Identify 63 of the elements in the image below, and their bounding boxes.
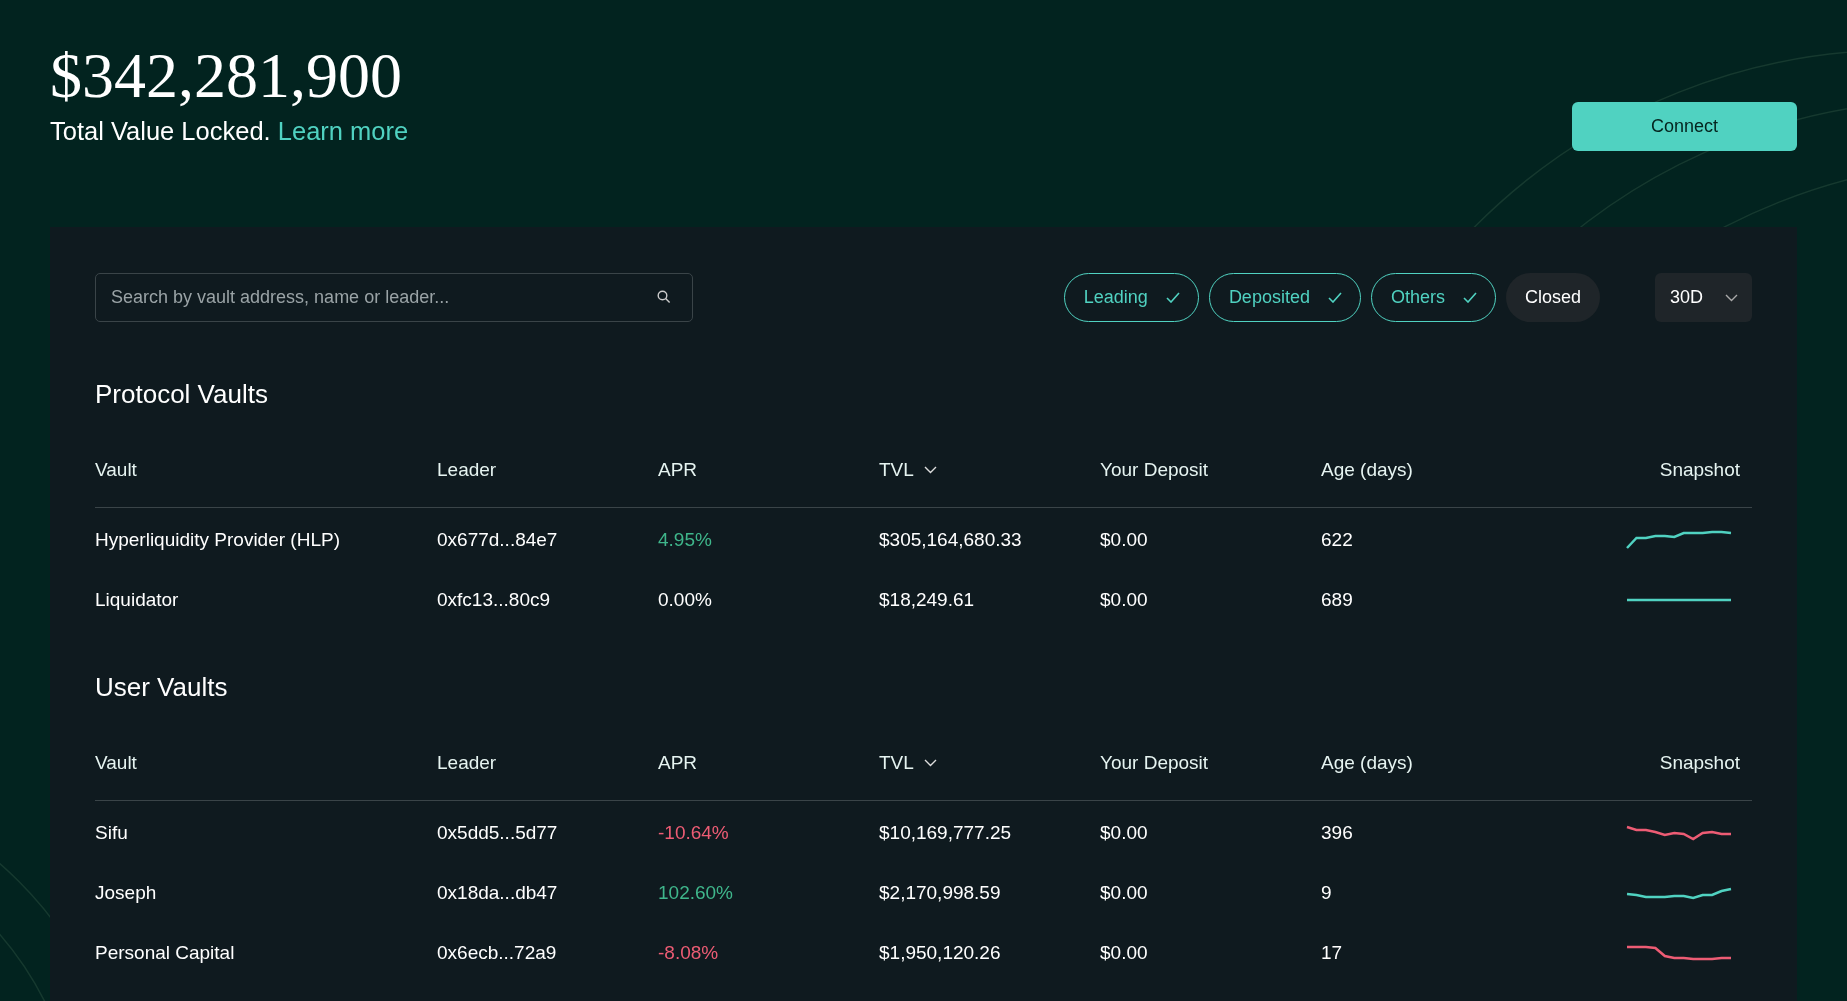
column-header: Your Deposit	[1100, 752, 1209, 774]
apr-value: -10.64%	[658, 822, 729, 844]
vault-name: Hyperliquidity Provider (HLP)	[95, 529, 340, 551]
chevron-down-icon	[923, 466, 937, 474]
apr-value: 4.95%	[658, 529, 712, 551]
column-header[interactable]: TVL	[879, 752, 937, 774]
column-header: Age (days)	[1321, 752, 1413, 774]
period-dropdown[interactable]: 30D	[1655, 273, 1752, 322]
column-header: Age (days)	[1321, 459, 1413, 481]
leader-address: 0x677d...84e7	[437, 529, 558, 551]
tvl-value: $1,950,120.26	[879, 942, 1001, 964]
apr-value: 102.60%	[658, 882, 733, 904]
deposit-value: $0.00	[1100, 822, 1148, 844]
section-title: User Vaults	[95, 671, 228, 704]
chevron-down-icon	[1725, 293, 1738, 302]
section-title: Protocol Vaults	[95, 378, 268, 411]
search-field[interactable]: Search by vault address, name or leader...	[95, 273, 693, 322]
age-value: 396	[1321, 822, 1353, 844]
total-value-amount: $342,281,900	[50, 40, 403, 112]
filter-chip[interactable]: Deposited	[1208, 273, 1361, 322]
column-header: Leader	[437, 459, 497, 481]
leader-address: 0xfc13...80c9	[437, 589, 551, 611]
column-header: Vault	[95, 752, 137, 774]
age-value: 689	[1321, 589, 1353, 611]
age-value: 622	[1321, 529, 1353, 551]
deposit-value: $0.00	[1100, 942, 1148, 964]
apr-value: -8.08%	[658, 942, 719, 964]
column-header: Your Deposit	[1100, 459, 1209, 481]
vault-name: Joseph	[95, 882, 157, 904]
search-icon	[657, 290, 671, 304]
check-icon	[1462, 292, 1477, 303]
deposit-value: $0.00	[1100, 529, 1148, 551]
total-value-label: Total Value Locked.	[50, 117, 271, 145]
column-header: Vault	[95, 459, 137, 481]
tvl-value: $2,170,998.59	[879, 882, 1001, 904]
connect-button[interactable]: Connect	[1572, 102, 1797, 151]
filter-chip[interactable]: Closed	[1505, 273, 1600, 322]
column-header[interactable]: TVL	[879, 459, 937, 481]
learn-more-link[interactable]: Learn more	[277, 117, 409, 145]
column-header: APR	[658, 752, 698, 774]
leader-address: 0x18da...db47	[437, 882, 558, 904]
vault-name: Personal Capital	[95, 942, 235, 964]
vault-name: Sifu	[95, 822, 128, 844]
apr-value: 0.00%	[658, 589, 712, 611]
column-header: APR	[658, 459, 698, 481]
leader-address: 0x6ecb...72a9	[437, 942, 557, 964]
filter-chip[interactable]: Leading	[1063, 273, 1199, 322]
tvl-value: $18,249.61	[879, 589, 975, 611]
age-value: 17	[1321, 942, 1343, 964]
column-header: Leader	[437, 752, 497, 774]
deposit-value: $0.00	[1100, 882, 1148, 904]
age-value: 9	[1321, 882, 1332, 904]
deposit-value: $0.00	[1100, 589, 1148, 611]
vault-name: Liquidator	[95, 589, 179, 611]
filter-chip[interactable]: Others	[1370, 273, 1496, 322]
tvl-value: $305,164,680.33	[879, 529, 1022, 551]
tvl-value: $10,169,777.25	[879, 822, 1012, 844]
column-header: Snapshot	[1659, 752, 1740, 774]
check-icon	[1165, 292, 1180, 303]
check-icon	[1327, 292, 1342, 303]
column-header: Snapshot	[1659, 459, 1740, 481]
chevron-down-icon	[923, 759, 937, 767]
leader-address: 0x5dd5...5d77	[437, 822, 558, 844]
